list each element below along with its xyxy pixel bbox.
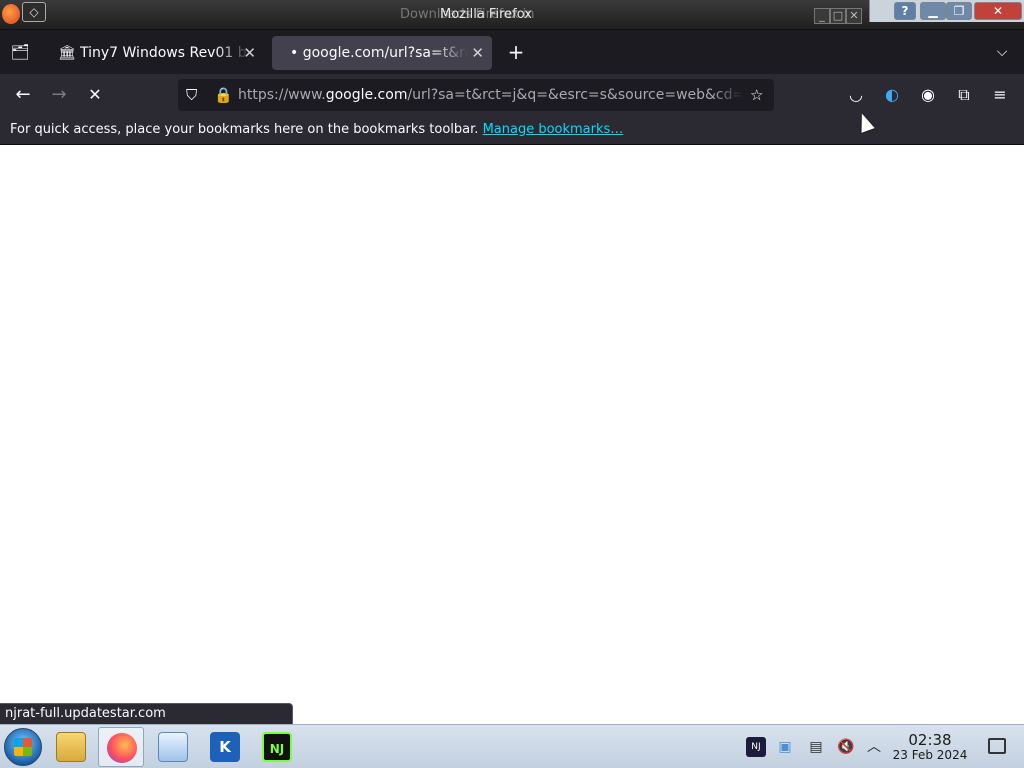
tab-tiny7[interactable]: 🏛 Tiny7 Windows Rev01 by ✕	[48, 36, 264, 70]
volume-muted-icon[interactable]: 🔇	[836, 737, 856, 757]
taskbar-firefox[interactable]	[98, 727, 144, 767]
window-titlebar[interactable]: ◇ Downloads Firefox in Mozilla Firefox _…	[0, 0, 1024, 30]
start-button[interactable]	[4, 728, 42, 766]
window-menu-icon[interactable]: ◇	[22, 2, 46, 22]
njrat-tray-icon[interactable]: NJ	[746, 737, 766, 757]
new-tab-button[interactable]: +	[504, 40, 528, 64]
tab-label: Tiny7 Windows Rev01 by	[80, 45, 250, 61]
wm-maximize-button[interactable]: □	[830, 8, 846, 24]
taskbar: K NJ NJ ▣ ▤ 🔇 ︿ 02:38 23 Feb 2024	[0, 724, 1024, 768]
minimize-button[interactable]: ▁	[920, 2, 946, 20]
url-text[interactable]: https://www.google.com/url?sa=t&rct=j&q=…	[238, 79, 743, 111]
url-prefix: https://www.	[238, 87, 326, 103]
museum-icon: 🏛	[58, 45, 76, 61]
url-domain: google.com	[325, 87, 408, 103]
tab-bar: 🗂 🏛 Tiny7 Windows Rev01 by ✕ • google.co…	[0, 30, 1024, 74]
menu-hamburger-icon[interactable]: ≡	[988, 83, 1012, 107]
wm-minimize-button[interactable]: _	[814, 8, 830, 24]
windows-logo-icon	[14, 738, 32, 756]
taskbar-control-panel[interactable]	[150, 727, 196, 767]
show-desktop-icon[interactable]	[988, 738, 1006, 754]
stop-loading-icon[interactable]: ✕	[82, 82, 108, 108]
extensions-icon[interactable]: ⧉	[952, 83, 976, 107]
pocket-icon[interactable]: ◡	[844, 83, 868, 107]
navigation-toolbar: ← → ✕ ⛉ 🔒 https://www.google.com/url?sa=…	[0, 74, 1024, 116]
close-tab-icon[interactable]: ✕	[243, 36, 256, 70]
clipboard-icon[interactable]: ▤	[806, 737, 826, 757]
firefox-icon	[107, 733, 137, 763]
page-content[interactable]	[0, 145, 1024, 723]
bookmarks-hint: For quick access, place your bookmarks h…	[10, 122, 483, 137]
system-buttons: ? ▁ ❐ ✕	[869, 0, 1024, 22]
extension-dark-reader-icon[interactable]: ◐	[880, 83, 904, 107]
bookmark-star-icon[interactable]: ☆	[750, 79, 763, 111]
firefox-icon	[2, 4, 20, 24]
url-bar[interactable]: ⛉ 🔒 https://www.google.com/url?sa=t&rct=…	[178, 79, 774, 111]
wm-close-button[interactable]: ✕	[846, 8, 862, 24]
back-icon[interactable]: ←	[10, 82, 36, 108]
window-title: Mozilla Firefox	[440, 7, 532, 22]
firefox-view-icon[interactable]: 🗂	[8, 40, 32, 64]
tab-label: • google.com/url?sa=t&rct	[290, 45, 468, 61]
taskbar-kde[interactable]: K	[202, 727, 248, 767]
clock-date[interactable]: 23 Feb 2024	[890, 748, 970, 762]
tab-google-redirect[interactable]: • google.com/url?sa=t&rct ✕	[272, 36, 492, 70]
forward-icon[interactable]: →	[46, 82, 72, 108]
taskbar-file-explorer[interactable]	[48, 727, 94, 767]
url-path: /url?sa=t&rct=j&q=&esrc=s&source=web&cd=…	[407, 87, 743, 103]
manage-bookmarks-link[interactable]: Manage bookmarks…	[483, 122, 624, 137]
njrat-icon: NJ	[262, 732, 292, 762]
kde-icon: K	[210, 732, 240, 762]
file-explorer-icon	[56, 732, 86, 762]
tracking-protection-icon[interactable]: ⛉	[186, 79, 197, 111]
account-icon[interactable]: ◉	[916, 83, 940, 107]
lock-icon[interactable]: 🔒	[214, 79, 233, 111]
control-panel-icon	[158, 732, 188, 762]
taskbar-njrat[interactable]: NJ	[254, 727, 300, 767]
status-panel: njrat-full.updatestar.com	[0, 703, 293, 724]
vm-tools-icon[interactable]: ▣	[775, 737, 795, 757]
close-tab-icon[interactable]: ✕	[471, 36, 484, 70]
help-button[interactable]: ?	[894, 2, 916, 20]
close-button[interactable]: ✕	[974, 2, 1022, 20]
tray-expand-icon[interactable]: ︿	[864, 737, 884, 757]
list-all-tabs-icon[interactable]: ⌵	[990, 40, 1014, 64]
clock-time[interactable]: 02:38	[890, 731, 970, 749]
restore-button[interactable]: ❐	[946, 2, 972, 20]
